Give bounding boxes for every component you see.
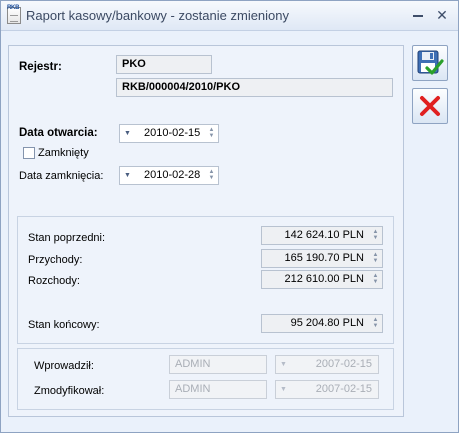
rozchody-label: Rozchody:	[28, 275, 80, 287]
spinner-icon[interactable]: ▲ ▼	[371, 317, 380, 330]
floppy-disk-check-icon	[417, 50, 444, 75]
rejestr-label: Rejestr:	[19, 61, 62, 73]
red-x-icon	[420, 96, 440, 116]
save-button[interactable]	[412, 45, 448, 81]
rejestr-field[interactable]: PKO	[116, 55, 212, 74]
chevron-down-icon[interactable]: ▼	[124, 125, 131, 142]
report-app-icon: RKB	[7, 5, 21, 24]
zamkniety-label: Zamknięty	[38, 147, 89, 159]
data-zamkniecia-value: 2010-02-28	[144, 169, 201, 181]
data-zamkniecia-field[interactable]: ▼ 2010-02-28 ▲ ▼	[119, 166, 219, 185]
minimize-button[interactable]	[409, 6, 427, 24]
wprowadzil-label: Wprowadził:	[34, 360, 94, 372]
stan-poprzedni-field[interactable]: 142 624.10 PLN ▲ ▼	[261, 226, 383, 245]
audit-group: Wprowadził: ADMIN ▼ 2007-02-15 Zmodyfiko…	[17, 348, 394, 410]
spinner-icon[interactable]: ▲ ▼	[371, 229, 380, 242]
dialog-window: RKB Raport kasowy/bankowy - zostanie zmi…	[0, 0, 459, 433]
title-bar[interactable]: RKB Raport kasowy/bankowy - zostanie zmi…	[1, 1, 458, 31]
stan-poprzedni-label: Stan poprzedni:	[28, 232, 106, 244]
zmodyfikowal-date-field: ▼ 2007-02-15	[275, 380, 379, 399]
spinner-icon[interactable]: ▲ ▼	[207, 127, 216, 140]
data-otwarcia-field[interactable]: ▼ 2010-02-15 ▲ ▼	[119, 124, 219, 143]
minimize-icon	[413, 15, 423, 17]
main-panel: Rejestr: PKO RKB/000004/2010/PKO Data ot…	[8, 45, 404, 417]
zmodyfikowal-user-field: ADMIN	[169, 380, 267, 399]
stan-koncowy-label: Stan końcowy:	[28, 319, 100, 331]
zmodyfikowal-label: Zmodyfikował:	[34, 385, 105, 397]
data-otwarcia-label: Data otwarcia:	[19, 127, 98, 139]
data-zamkniecia-label: Data zamknięcia:	[19, 170, 104, 182]
spinner-icon[interactable]: ▲ ▼	[371, 252, 380, 265]
window-title: Raport kasowy/bankowy - zostanie zmienio…	[26, 8, 290, 23]
spinner-icon[interactable]: ▲ ▼	[371, 273, 380, 286]
wprowadzil-date-field: ▼ 2007-02-15	[275, 355, 379, 374]
stan-koncowy-field[interactable]: 95 204.80 PLN ▲ ▼	[261, 314, 383, 333]
data-otwarcia-value: 2010-02-15	[144, 127, 201, 139]
balances-group: Stan poprzedni: 142 624.10 PLN ▲ ▼ Przych…	[17, 216, 394, 344]
chevron-down-icon[interactable]: ▼	[124, 167, 131, 184]
chevron-down-icon: ▼	[280, 386, 287, 393]
chevron-down-icon: ▼	[280, 361, 287, 368]
close-button[interactable]: ✕	[433, 6, 451, 24]
close-icon: ✕	[436, 7, 448, 23]
rozchody-field[interactable]: 212 610.00 PLN ▲ ▼	[261, 270, 383, 289]
numer-field[interactable]: RKB/000004/2010/PKO	[116, 78, 393, 97]
cancel-button[interactable]	[412, 88, 448, 124]
przychody-label: Przychody:	[28, 254, 83, 266]
spinner-icon[interactable]: ▲ ▼	[207, 169, 216, 182]
zamkniety-checkbox[interactable]	[23, 147, 35, 159]
przychody-field[interactable]: 165 190.70 PLN ▲ ▼	[261, 249, 383, 268]
wprowadzil-user-field: ADMIN	[169, 355, 267, 374]
